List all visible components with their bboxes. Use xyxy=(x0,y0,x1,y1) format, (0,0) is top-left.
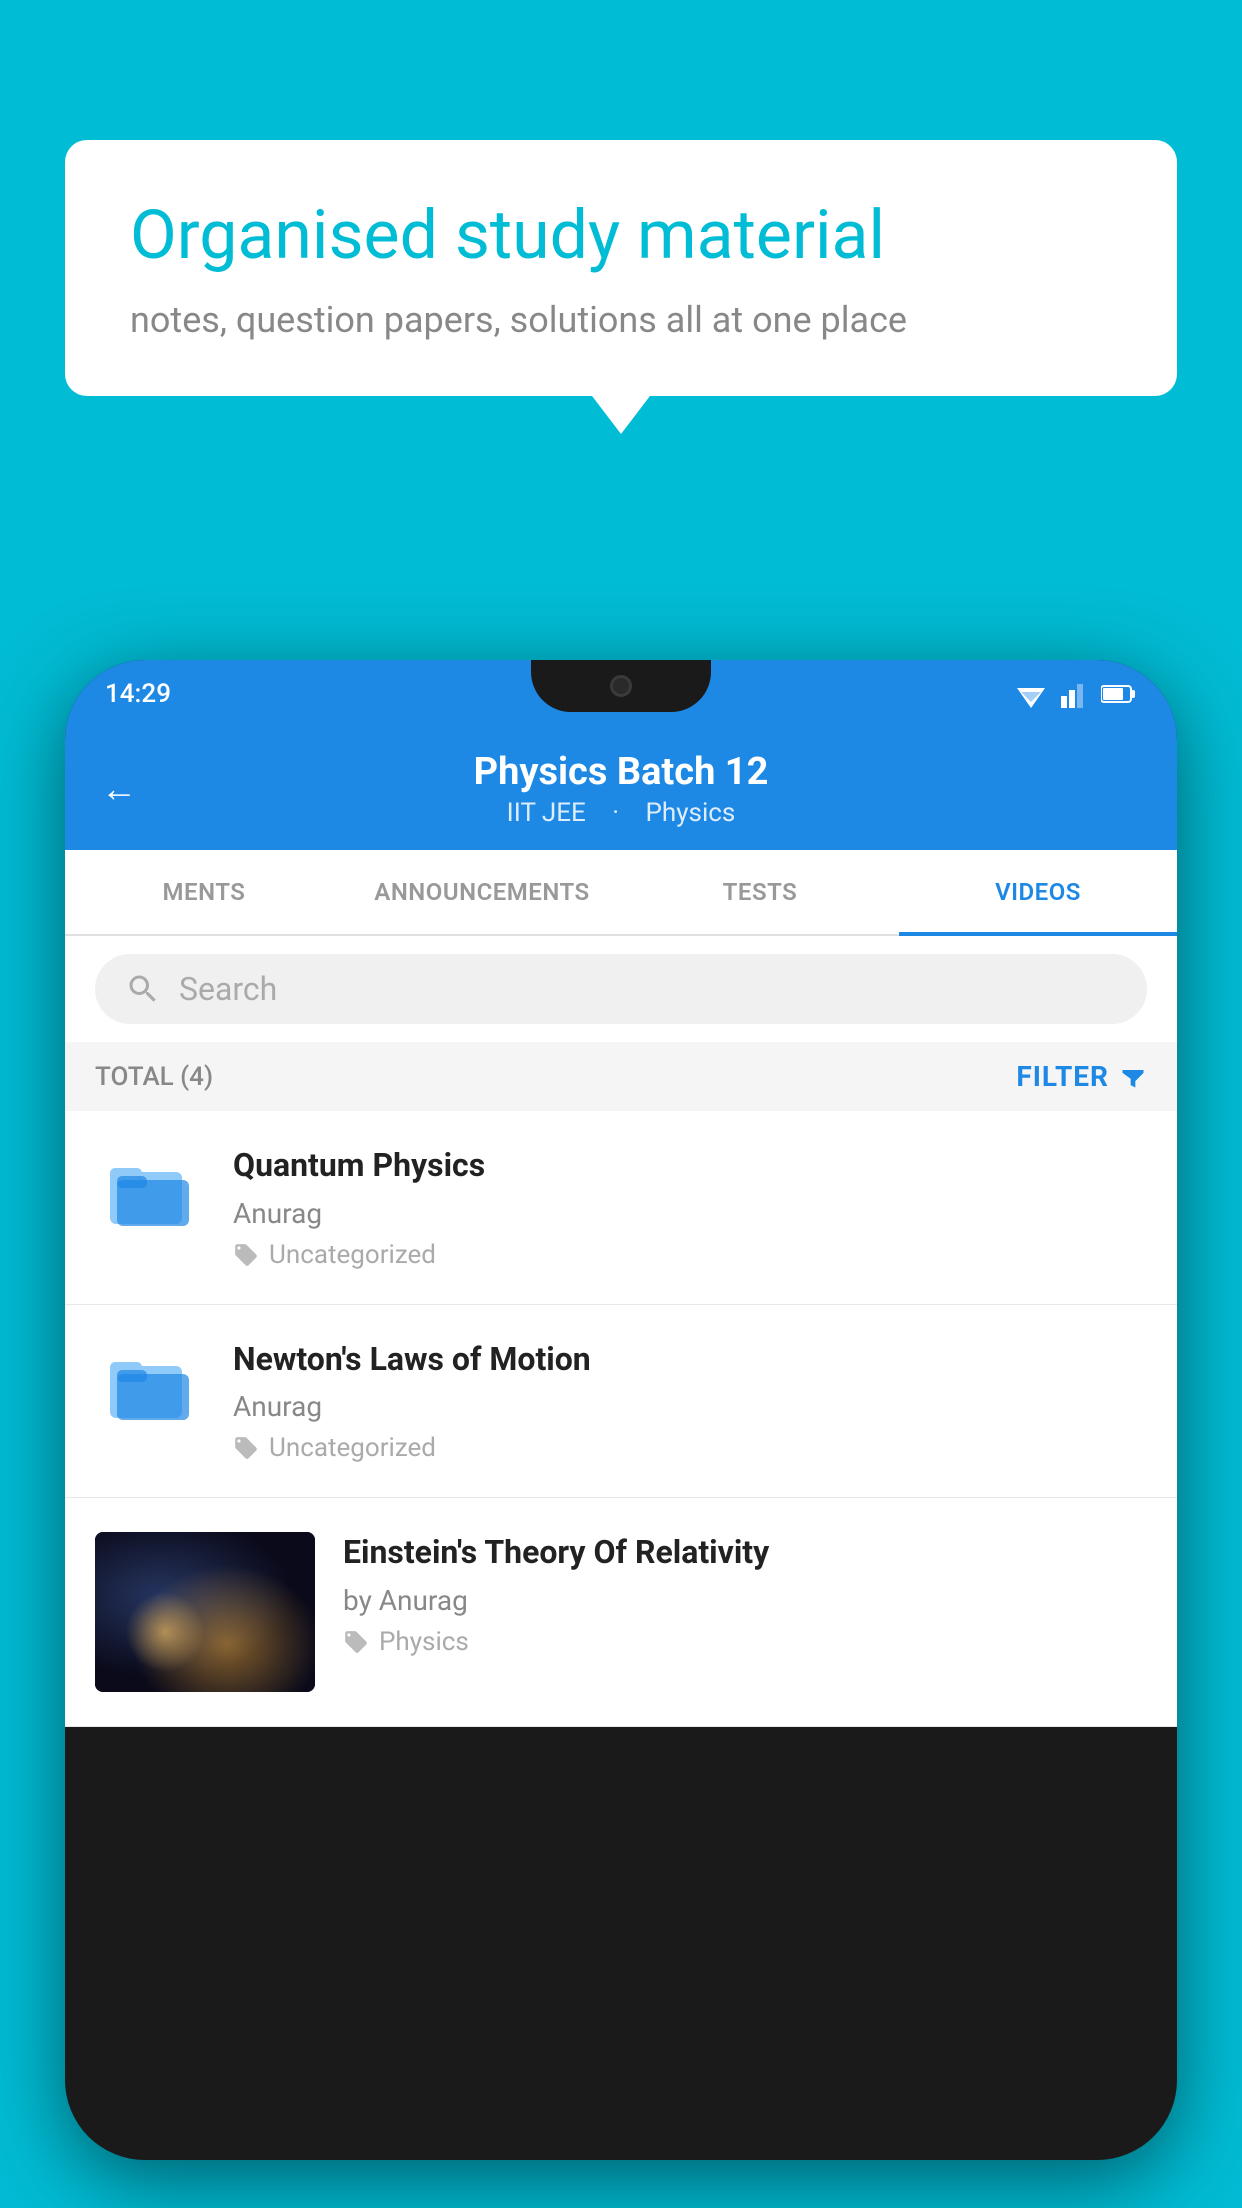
video-author-3: by Anurag xyxy=(343,1584,1147,1617)
thumb-glow xyxy=(125,1592,205,1672)
phone-notch xyxy=(531,660,711,712)
video-info-3: Einstein's Theory Of Relativity by Anura… xyxy=(343,1532,1147,1657)
header-title: Physics Batch 12 xyxy=(105,750,1137,794)
folder-icon-1 xyxy=(105,1150,195,1230)
video-info-1: Quantum Physics Anurag Uncategorized xyxy=(233,1145,1147,1270)
tag-icon-1 xyxy=(233,1242,259,1268)
search-icon xyxy=(125,971,161,1007)
status-icons xyxy=(1013,680,1137,708)
signal-icon xyxy=(1061,680,1089,708)
bubble-subtitle: notes, question papers, solutions all at… xyxy=(130,299,1112,341)
status-time: 14:29 xyxy=(105,679,171,709)
bubble-title: Organised study material xyxy=(130,195,1112,277)
header-subtitle: IIT JEE · Physics xyxy=(105,798,1137,828)
video-thumbnail-3 xyxy=(95,1532,315,1692)
video-title-3: Einstein's Theory Of Relativity xyxy=(343,1532,1147,1574)
tag-icon-3 xyxy=(343,1629,369,1655)
phone-wrapper: 14:29 xyxy=(65,660,1177,2208)
list-item[interactable]: Newton's Laws of Motion Anurag Uncategor… xyxy=(65,1305,1177,1499)
video-list: Quantum Physics Anurag Uncategorized xyxy=(65,1111,1177,1727)
search-input-wrap[interactable]: Search xyxy=(95,954,1147,1024)
filter-icon xyxy=(1119,1063,1147,1091)
front-camera xyxy=(610,675,632,697)
video-thumb-2 xyxy=(95,1339,205,1429)
header-subtitle-part1: IIT JEE xyxy=(507,798,586,828)
video-author-1: Anurag xyxy=(233,1197,1147,1230)
battery-icon xyxy=(1101,683,1137,705)
header-subtitle-part2: Physics xyxy=(646,798,736,828)
tabs: MENTS ANNOUNCEMENTS TESTS VIDEOS xyxy=(65,850,1177,936)
tab-tests[interactable]: TESTS xyxy=(621,850,899,934)
video-title-1: Quantum Physics xyxy=(233,1145,1147,1187)
tag-icon-2 xyxy=(233,1435,259,1461)
search-bar: Search xyxy=(65,936,1177,1042)
list-item[interactable]: Einstein's Theory Of Relativity by Anura… xyxy=(65,1498,1177,1727)
filter-row: TOTAL (4) FILTER xyxy=(65,1042,1177,1111)
video-tag-2: Uncategorized xyxy=(233,1433,1147,1463)
filter-button[interactable]: FILTER xyxy=(1016,1060,1147,1093)
back-button[interactable]: ← xyxy=(101,768,137,810)
video-thumb-1 xyxy=(95,1145,205,1235)
video-title-2: Newton's Laws of Motion xyxy=(233,1339,1147,1381)
speech-bubble: Organised study material notes, question… xyxy=(65,140,1177,396)
tab-videos[interactable]: VIDEOS xyxy=(899,850,1177,934)
header-subtitle-separator: · xyxy=(612,798,619,828)
total-count: TOTAL (4) xyxy=(95,1062,213,1092)
video-author-2: Anurag xyxy=(233,1390,1147,1423)
speech-bubble-container: Organised study material notes, question… xyxy=(65,140,1177,396)
list-item[interactable]: Quantum Physics Anurag Uncategorized xyxy=(65,1111,1177,1305)
tab-ments[interactable]: MENTS xyxy=(65,850,343,934)
phone: 14:29 xyxy=(65,660,1177,2160)
video-tag-3: Physics xyxy=(343,1627,1147,1657)
wifi-icon xyxy=(1013,680,1049,708)
video-tag-1: Uncategorized xyxy=(233,1240,1147,1270)
app-header: ← Physics Batch 12 IIT JEE · Physics xyxy=(65,728,1177,850)
search-placeholder: Search xyxy=(179,970,277,1008)
video-info-2: Newton's Laws of Motion Anurag Uncategor… xyxy=(233,1339,1147,1464)
folder-icon-2 xyxy=(105,1344,195,1424)
tab-announcements[interactable]: ANNOUNCEMENTS xyxy=(343,850,621,934)
